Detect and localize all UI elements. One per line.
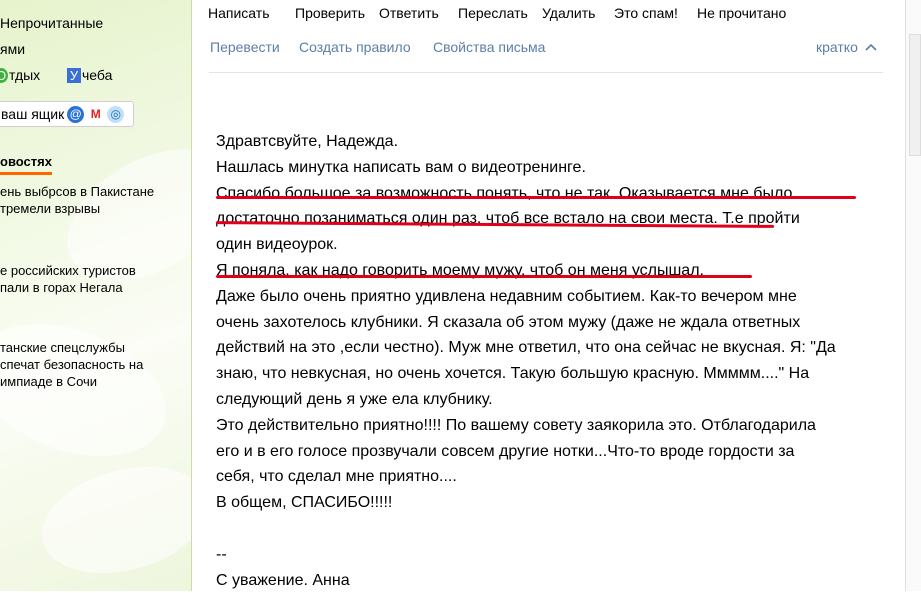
message-line: В общем, СПАСИБО!!!!!: [216, 494, 393, 512]
chevron-up-icon: [865, 43, 877, 51]
news-item-line: танские спецслужбы: [0, 340, 125, 355]
translate-link[interactable]: Перевести: [210, 39, 280, 55]
forward-button[interactable]: Переслать: [458, 5, 528, 21]
tag-study-label: чеба: [82, 67, 113, 83]
news-heading[interactable]: овостях: [0, 154, 52, 169]
check-mail-button[interactable]: Проверить: [295, 5, 365, 21]
red-underline: [216, 275, 752, 278]
tag-study-icon: У: [67, 67, 81, 83]
message-line: Я поняла, как надо говорить моему мужу, …: [216, 261, 704, 279]
folder-unread[interactable]: Непрочитанные: [0, 15, 103, 31]
tag-rest-label: тдых: [9, 67, 41, 83]
message-line: себя, что сделал мне приятно....: [216, 468, 457, 486]
news-item-line: тремели взрывы: [0, 201, 101, 216]
message-line: действий на это ,если честно). Муж мне о…: [216, 339, 836, 357]
message-line: достаточно позаниматься один раз, чтоб в…: [216, 210, 800, 228]
scrollbar-thumb[interactable]: [909, 34, 921, 156]
left-sidebar: Непрочитанные ями О тдых У чеба ваш ящик…: [0, 0, 192, 591]
brief-view-toggle[interactable]: кратко: [816, 39, 877, 55]
vertical-scrollbar[interactable]: [905, 0, 921, 591]
message-line: его и в его голосе прозвучали совсем дру…: [216, 442, 795, 460]
news-item-line: ень выбрсов в Пакистане: [0, 184, 155, 199]
background-petal: [29, 449, 191, 591]
news-item[interactable]: е российских туристов пали в горах Негал…: [0, 262, 136, 296]
mailbox-label: ваш ящик: [1, 106, 65, 122]
mark-unread-button[interactable]: Не прочитано: [697, 5, 786, 21]
red-underline: [216, 196, 856, 199]
tag-rest[interactable]: О тдых: [0, 67, 40, 83]
news-item[interactable]: танские спецслужбы спечат безопасность н…: [0, 339, 143, 390]
mailbox-button[interactable]: ваш ящик @ M ◎: [0, 101, 134, 127]
message-toolbar: Написать Проверить Ответить Переслать Уд…: [192, 0, 921, 26]
folder-mine[interactable]: ями: [0, 41, 25, 57]
tag-rest-icon: О: [0, 67, 8, 83]
message-line: Спасибо большое за возможность понять, ч…: [216, 184, 793, 202]
news-item-line: е российских туристов: [0, 263, 136, 278]
mail-agent-icon: ◎: [107, 105, 125, 123]
message-line: --: [216, 545, 227, 563]
create-rule-link[interactable]: Создать правило: [299, 39, 411, 55]
message-line: Это действительно приятно!!!! По вашему …: [216, 416, 816, 434]
news-item-line: спечат безопасность на: [0, 357, 144, 372]
message-line: Даже было очень приятно удивлена недавни…: [216, 287, 797, 305]
at-icon: @: [67, 105, 85, 123]
background-petal: [0, 299, 185, 481]
brief-label: кратко: [816, 39, 858, 55]
spam-button[interactable]: Это спам!: [614, 5, 678, 21]
message-line: С уважение. Анна: [216, 571, 350, 589]
message-line: знаю, что невкусная, но очень хочется. Т…: [216, 365, 810, 383]
tag-study[interactable]: У чеба: [67, 67, 112, 83]
header-divider: [209, 72, 883, 73]
message-actions-bar: Перевести Создать правило Свойства письм…: [192, 38, 892, 68]
news-item-line: пали в горах Негала: [0, 280, 123, 295]
news-item-line: импиаде в Сочи: [0, 374, 98, 389]
message-properties-link[interactable]: Свойства письма: [433, 39, 545, 55]
compose-button[interactable]: Написать: [208, 5, 269, 21]
message-line: следующий день я уже ела клубнику.: [216, 390, 493, 408]
message-line: один видеоурок.: [216, 236, 338, 254]
delete-button[interactable]: Удалить: [542, 5, 595, 21]
reply-button[interactable]: Ответить: [379, 5, 439, 21]
news-accent-underline: [0, 172, 52, 175]
news-item[interactable]: ень выбрсов в Пакистане тремели взрывы: [0, 183, 154, 217]
message-line: [216, 516, 876, 542]
message-line: Здравтсвуйте, Надежда.: [216, 133, 399, 150]
message-line: очень захотелось клубники. Я сказала об …: [216, 313, 801, 331]
gmail-icon: M: [87, 105, 105, 123]
message-line: Нашлась минутка написать вам о видеотрен…: [216, 158, 586, 176]
